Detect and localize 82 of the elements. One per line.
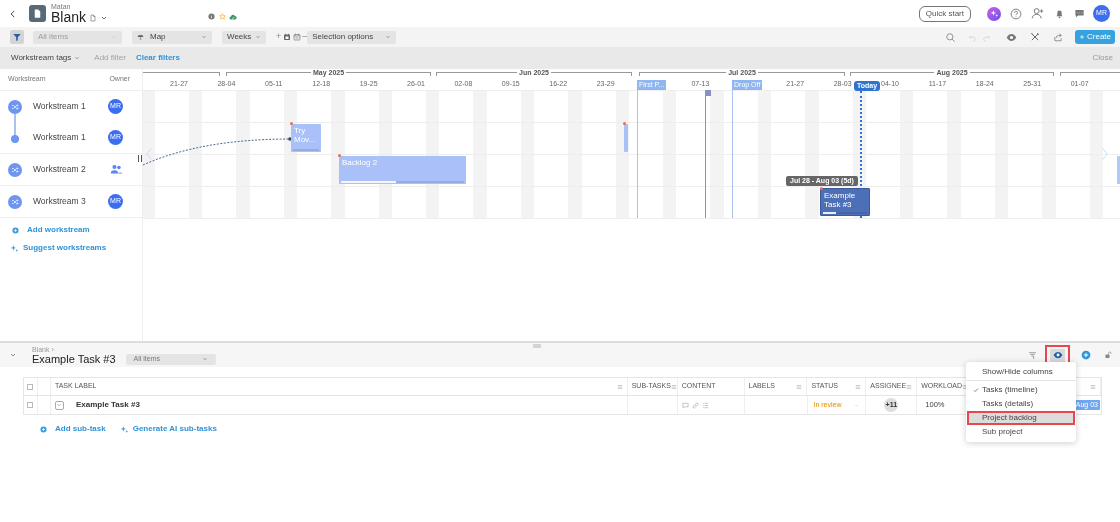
clear-filters-link[interactable]: Clear filters xyxy=(135,52,180,64)
project-title: Blank xyxy=(51,10,87,24)
column-menu-icon[interactable] xyxy=(855,383,862,390)
close-button[interactable]: Close xyxy=(1092,52,1113,64)
add-workstream-button[interactable]: Add workstream xyxy=(12,224,142,236)
eye-icon[interactable] xyxy=(1006,31,1018,43)
workstream-name[interactable]: Workstream 2 xyxy=(33,163,86,176)
column-menu-icon[interactable] xyxy=(670,383,677,390)
link-icon[interactable] xyxy=(691,401,699,409)
column-menu-icon[interactable] xyxy=(796,383,803,390)
eye-icon xyxy=(1052,350,1063,360)
add-subtask-button[interactable]: Add sub-task xyxy=(40,423,106,435)
scroll-right-icon[interactable] xyxy=(1101,146,1109,162)
add-icon[interactable] xyxy=(1080,349,1091,361)
cloud-check-icon xyxy=(229,12,238,21)
chevron-down-icon xyxy=(201,356,208,362)
add-icon xyxy=(40,425,47,433)
create-button[interactable]: Create xyxy=(1075,30,1115,44)
workstream-name[interactable]: Workstream 1 xyxy=(33,100,86,113)
task-bar[interactable]: Example Task #3 xyxy=(820,188,870,216)
workstream-tags-filter[interactable]: Workstream tags xyxy=(11,52,81,64)
sparkle-icon xyxy=(989,9,999,18)
chat-icon[interactable] xyxy=(1073,7,1085,20)
workstream-name[interactable]: Workstream 3 xyxy=(33,195,86,208)
zoom-in-button[interactable]: + xyxy=(276,30,282,44)
column-menu-icon[interactable] xyxy=(962,383,969,390)
checklist-icon[interactable] xyxy=(701,401,709,409)
zoom-out-button[interactable]: – xyxy=(302,30,308,44)
menu-item[interactable]: Tasks (timeline) xyxy=(967,383,1075,397)
sparkle-icon xyxy=(119,424,129,434)
calendar-range-icon[interactable] xyxy=(293,33,302,41)
group-icon xyxy=(110,163,123,176)
umbrella-icon xyxy=(137,33,144,41)
help-icon[interactable] xyxy=(1009,7,1022,20)
filter-icon[interactable] xyxy=(1027,350,1037,360)
lock-icon[interactable] xyxy=(1103,350,1112,360)
view-dropdown[interactable]: Weeks xyxy=(222,30,266,44)
invite-user-icon[interactable] xyxy=(1031,7,1044,20)
comment-icon[interactable] xyxy=(681,401,689,409)
info-icon xyxy=(208,13,216,20)
milestone-marker[interactable] xyxy=(705,90,711,218)
share-icon[interactable] xyxy=(1052,31,1064,43)
row-checkbox[interactable] xyxy=(27,402,34,408)
menu-item[interactable]: Project backlog xyxy=(967,411,1075,425)
task-title: Example Task #3 xyxy=(32,353,116,365)
chevron-down-icon xyxy=(201,34,207,40)
sparkle-icon xyxy=(10,243,19,253)
view-dropdown[interactable]: Map xyxy=(132,30,212,44)
quick-start-button[interactable]: Quick start xyxy=(918,5,971,22)
column-menu-icon[interactable] xyxy=(616,383,623,390)
plus-icon xyxy=(1079,34,1085,40)
chevron-down-icon xyxy=(255,34,261,40)
ai-assistant-icon[interactable] xyxy=(987,6,1001,21)
task-label[interactable]: Example Task #3 xyxy=(75,399,140,411)
filter-toggle[interactable] xyxy=(10,30,24,44)
task-label: Backlog 2 xyxy=(342,158,379,167)
view-dropdown[interactable]: Selection options xyxy=(307,30,397,44)
chevron-down-icon xyxy=(74,55,81,61)
menu-title: Show/Hide columns xyxy=(981,365,1054,378)
tools-icon[interactable] xyxy=(1029,31,1041,43)
menu-item[interactable]: Tasks (details) xyxy=(967,397,1075,411)
suggest-workstreams-button[interactable]: Suggest workstreams xyxy=(10,242,107,254)
task-label: Try Mov... xyxy=(294,126,317,144)
expand-button[interactable] xyxy=(54,400,64,410)
search-icon[interactable] xyxy=(945,31,957,43)
task-label: Example Task #3 xyxy=(824,191,857,209)
filter-icon xyxy=(12,32,22,42)
workstream-name[interactable]: Workstream 1 xyxy=(33,131,86,144)
select-all-checkbox[interactable] xyxy=(27,383,34,390)
menu-item[interactable]: Sub project xyxy=(967,425,1075,439)
generate-subtasks-button[interactable]: Generate AI sub-tasks xyxy=(119,423,217,435)
column-menu-icon[interactable] xyxy=(906,383,913,390)
chevron-down-icon xyxy=(56,402,63,408)
resize-handle[interactable] xyxy=(138,155,142,162)
chevron-down-icon xyxy=(8,351,17,359)
star-icon[interactable] xyxy=(219,13,227,20)
check-icon xyxy=(972,387,979,393)
document-icon xyxy=(89,13,98,22)
calendar-day-icon[interactable] xyxy=(283,33,292,41)
chevron-down-icon xyxy=(385,34,392,40)
column-menu-icon[interactable] xyxy=(1089,383,1096,390)
add-icon xyxy=(12,226,19,234)
